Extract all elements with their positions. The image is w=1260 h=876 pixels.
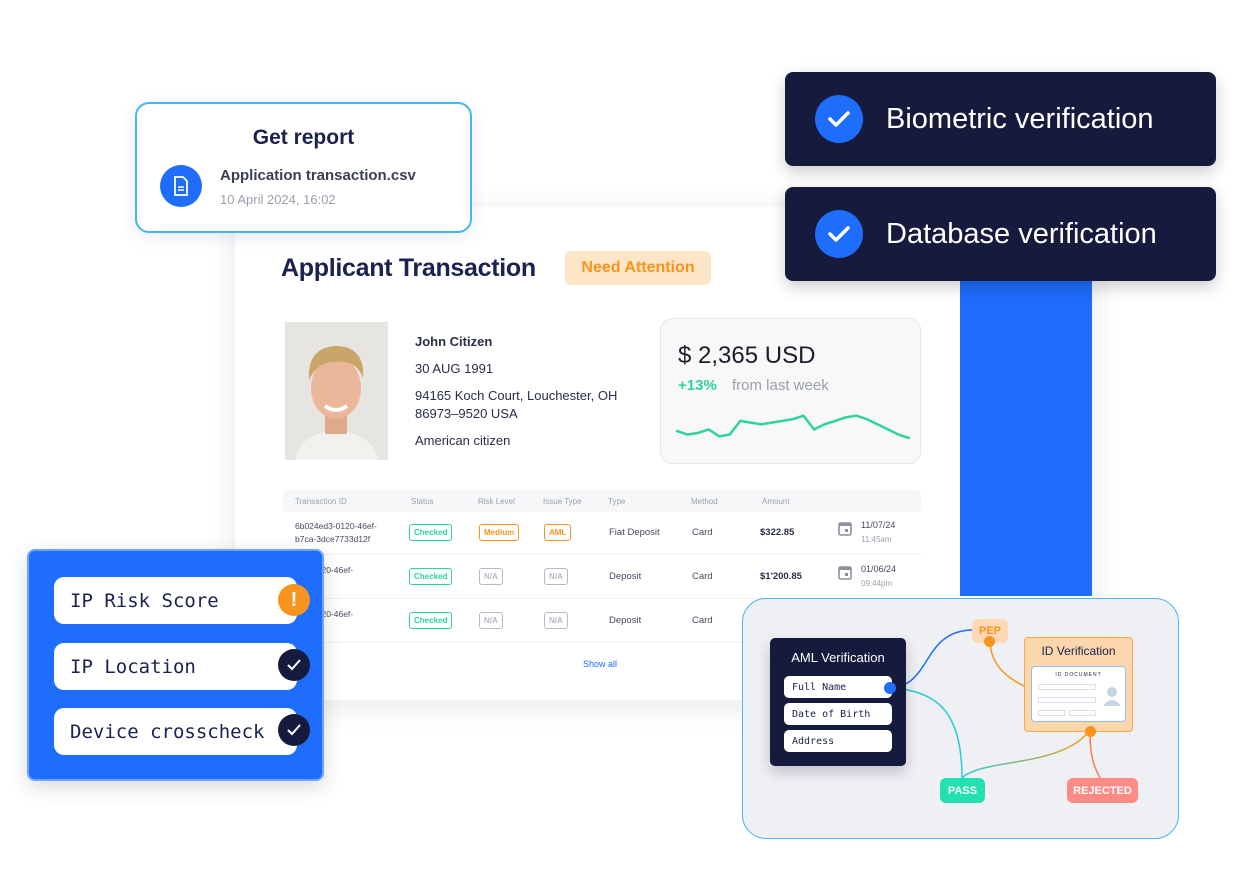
column-header: Status — [411, 497, 434, 506]
column-header: Risk Level — [478, 497, 515, 506]
applicant-citizenship: American citizen — [415, 433, 511, 448]
report-title: Get report — [252, 126, 355, 149]
check-icon — [815, 95, 863, 143]
warning-icon: ! — [278, 584, 310, 616]
check-icon — [278, 714, 310, 746]
aml-title: AML Verification — [791, 650, 885, 665]
check-icon — [278, 649, 310, 681]
id-verification-box: ID Verification ID DOCUMENT — [1024, 637, 1133, 732]
applicant-address-line2: 86973–9520 USA — [415, 406, 518, 421]
row-divider — [283, 554, 921, 555]
transaction-id[interactable]: 6b024ed3-0120-46ef-b7ca-3dce7733d12f — [295, 520, 377, 546]
report-file-name[interactable]: Application transaction.csv — [220, 167, 416, 184]
time-cell: 11:45am — [861, 535, 892, 544]
stat-change: +13% — [678, 377, 717, 394]
id-verification-title: ID Verification — [1041, 644, 1116, 658]
table-header — [283, 490, 921, 512]
column-header: Issue Type — [543, 497, 582, 506]
applicant-address-line1: 94165 Koch Court, Louchester, OH — [415, 388, 618, 403]
date-of-birth-field[interactable]: Date of Birth — [784, 703, 892, 725]
calendar-icon — [838, 566, 852, 580]
id-field — [1038, 697, 1096, 703]
status-tag: Checked — [409, 568, 453, 585]
connector-node[interactable] — [984, 636, 995, 647]
full-name-field[interactable]: Full Name — [784, 676, 892, 698]
accent-stripe — [960, 280, 1092, 596]
report-date: 10 April 2024, 16:02 — [220, 192, 336, 207]
sparkline — [676, 414, 910, 440]
issue-tag: N/A — [544, 612, 568, 629]
transaction-id-line2: b7ca-3dce7733d12f — [295, 534, 371, 544]
connector-id-rejected — [1089, 729, 1101, 779]
amount-cell: $322.85 — [760, 527, 795, 538]
issue-tag: AML — [544, 524, 572, 541]
risk-tag: N/A — [479, 568, 503, 585]
check-icon — [815, 210, 863, 258]
method-cell: Card — [692, 571, 713, 582]
biometric-verification-card: Biometric verification — [785, 72, 1216, 166]
status-badge: Need Attention — [565, 251, 711, 285]
type-cell: Deposit — [609, 615, 642, 626]
time-cell: 09:44pm — [861, 579, 893, 588]
issue-tag: N/A — [544, 568, 568, 585]
connector-pass-id — [961, 729, 1091, 779]
id-field — [1038, 710, 1065, 716]
date-cell: 11/07/24 — [861, 520, 896, 530]
pass-chip: PASS — [940, 778, 985, 803]
stat-change-label: from last week — [732, 377, 829, 394]
method-cell: Card — [692, 527, 713, 538]
calendar-icon — [838, 522, 852, 536]
user-avatar-icon — [1103, 687, 1121, 706]
stat-amount: $ 2,365 USD — [678, 342, 816, 369]
type-cell: Deposit — [609, 571, 642, 582]
transaction-id-line1: 6b024ed3-0120-46ef- — [295, 521, 377, 531]
id-document-card: ID DOCUMENT — [1031, 666, 1126, 722]
applicant-photo — [285, 322, 388, 460]
type-cell: Fiat Deposit — [609, 527, 660, 538]
status-tag: Checked — [409, 524, 453, 541]
connector-node[interactable] — [1085, 726, 1096, 737]
connector-node[interactable] — [884, 682, 896, 694]
column-header: Type — [608, 497, 626, 506]
column-header: Amount — [762, 497, 790, 506]
id-field — [1038, 684, 1096, 690]
page-title: Applicant Transaction — [281, 254, 536, 282]
device-crosscheck-item[interactable]: Device crosscheck — [54, 708, 297, 755]
risk-tag: N/A — [479, 612, 503, 629]
amount-cell: $1'200.85 — [760, 571, 802, 582]
ip-location-item[interactable]: IP Location — [54, 643, 297, 690]
file-icon — [160, 165, 202, 207]
sparkline-path — [676, 414, 910, 440]
verification-label: Database verification — [886, 217, 1157, 250]
show-all-link[interactable]: Show all — [583, 659, 617, 669]
method-cell: Card — [692, 615, 713, 626]
id-document-heading: ID DOCUMENT — [1055, 672, 1102, 678]
ip-risk-score-item[interactable]: IP Risk Score — [54, 577, 297, 624]
rejected-chip: REJECTED — [1067, 778, 1138, 803]
date-cell: 01/06/24 — [861, 564, 897, 574]
status-tag: Checked — [409, 612, 453, 629]
id-field — [1069, 710, 1096, 716]
database-verification-card: Database verification — [785, 187, 1216, 281]
verification-label: Biometric verification — [886, 102, 1154, 135]
column-header: Method — [691, 497, 718, 506]
applicant-dob: 30 AUG 1991 — [415, 361, 494, 376]
get-report-card[interactable]: Get report Application transaction.csv 1… — [135, 102, 472, 233]
address-field[interactable]: Address — [784, 730, 892, 752]
risk-tag: Medium — [479, 524, 520, 541]
connector-pep-id — [989, 639, 1025, 687]
column-header: Transaction ID — [295, 497, 347, 506]
applicant-name: John Citizen — [415, 334, 493, 349]
